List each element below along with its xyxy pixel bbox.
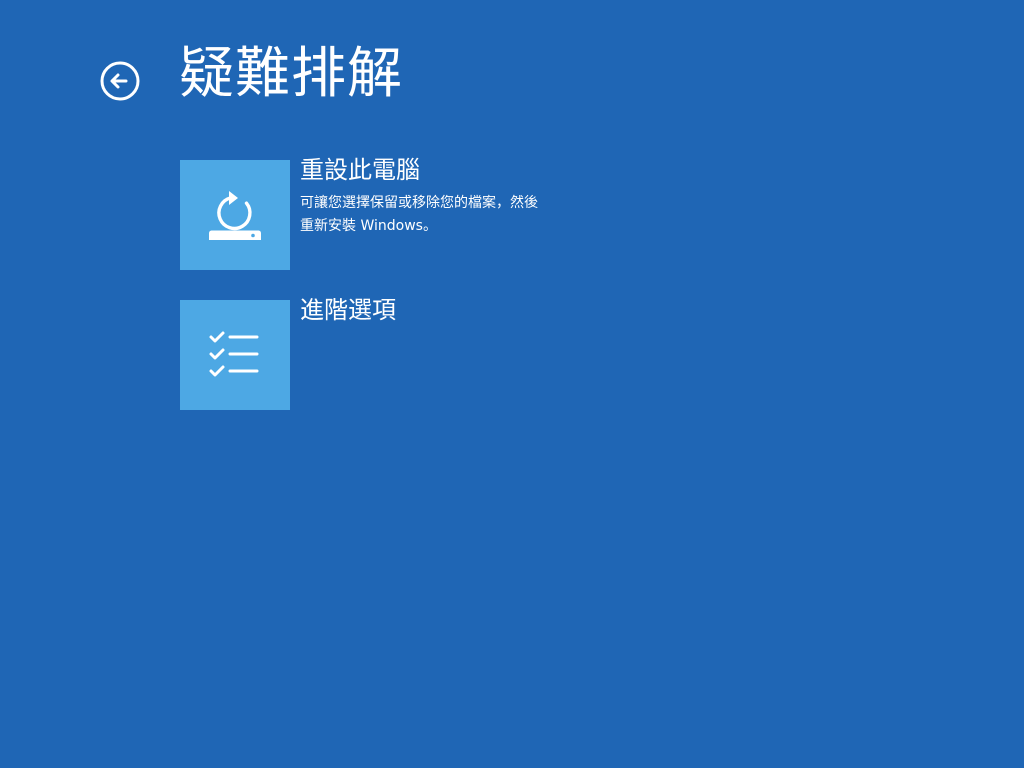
reset-this-pc-title: 重設此電腦 bbox=[300, 156, 420, 184]
checklist-icon bbox=[209, 331, 259, 377]
advanced-options-tile bbox=[180, 300, 290, 410]
reset-this-pc-tile bbox=[180, 160, 290, 270]
troubleshoot-screen: 疑難排解 重設此電腦 可讓您選擇保留或移除您的檔案，然後重新安裝 Windows… bbox=[0, 0, 1024, 768]
advanced-options-option[interactable]: 進階選項 bbox=[180, 296, 570, 410]
reset-pc-icon bbox=[209, 191, 261, 240]
reset-this-pc-description: 可讓您選擇保留或移除您的檔案，然後重新安裝 Windows。 bbox=[300, 195, 538, 234]
reset-this-pc-option[interactable]: 重設此電腦 可讓您選擇保留或移除您的檔案，然後重新安裝 Windows。 bbox=[180, 156, 570, 270]
back-button[interactable] bbox=[98, 59, 142, 103]
advanced-options-text: 進階選項 bbox=[300, 294, 550, 326]
page-title: 疑難排解 bbox=[179, 41, 404, 105]
reset-this-pc-text: 重設此電腦 可讓您選擇保留或移除您的檔案，然後重新安裝 Windows。 bbox=[300, 154, 550, 237]
back-arrow-icon bbox=[100, 61, 140, 101]
advanced-options-title: 進階選項 bbox=[300, 296, 396, 324]
